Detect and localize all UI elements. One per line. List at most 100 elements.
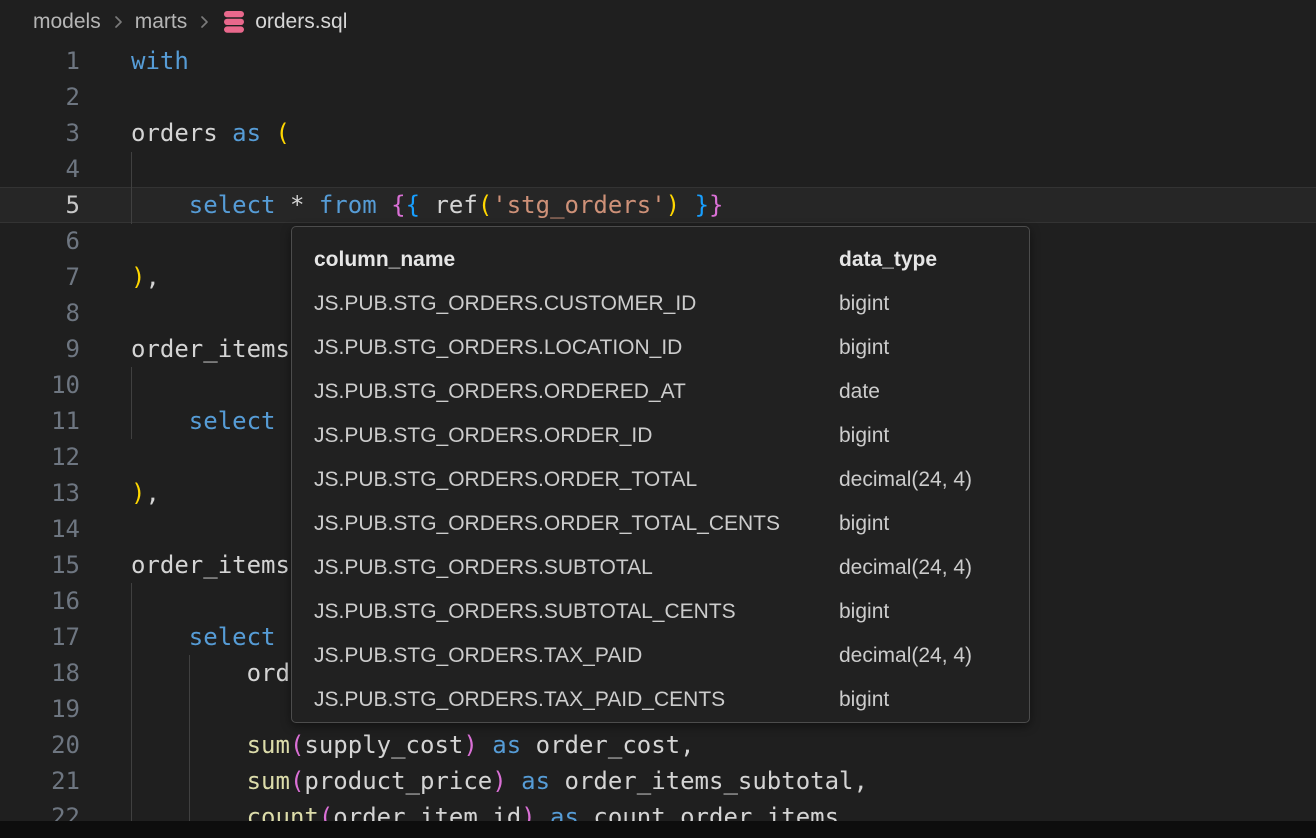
data-type-cell: date — [839, 370, 1029, 414]
indent-guide — [131, 583, 132, 821]
code-text — [80, 79, 131, 115]
line-number[interactable]: 10 — [0, 367, 80, 403]
code-token: select — [189, 623, 276, 651]
column-name-cell: JS.PUB.STG_ORDERS.ORDERED_AT — [314, 370, 839, 414]
code-text — [80, 223, 131, 259]
data-type-cell: bigint — [839, 326, 1029, 370]
breadcrumb-item-file[interactable]: orders.sql — [221, 10, 347, 34]
file-name: orders.sql — [255, 10, 347, 34]
line-number[interactable]: 14 — [0, 511, 80, 547]
line-number[interactable]: 16 — [0, 583, 80, 619]
line-number[interactable]: 15 — [0, 547, 80, 583]
column-row: JS.PUB.STG_ORDERS.ORDER_IDbigint — [314, 414, 1029, 458]
code-token: product_price — [304, 767, 492, 795]
code-text: sum(product_price) as order_items_subtot… — [80, 763, 868, 799]
column-name-cell: JS.PUB.STG_ORDERS.ORDER_TOTAL_CENTS — [314, 502, 839, 546]
data-type-cell: bigint — [839, 502, 1029, 546]
column-row: JS.PUB.STG_ORDERS.TAX_PAIDdecimal(24, 4) — [314, 634, 1029, 678]
line-number[interactable]: 4 — [0, 151, 80, 187]
code-token: ) — [131, 263, 145, 291]
breadcrumb-item-models[interactable]: models — [33, 10, 101, 34]
line-number[interactable]: 20 — [0, 727, 80, 763]
code-token: ( — [478, 191, 492, 219]
popup-rows: JS.PUB.STG_ORDERS.CUSTOMER_IDbigintJS.PU… — [314, 282, 1029, 722]
code-token: ( — [290, 767, 304, 795]
code-token: sum — [247, 767, 290, 795]
column-row: JS.PUB.STG_ORDERS.ORDERED_ATdate — [314, 370, 1029, 414]
popup-header-column-name: column_name — [314, 238, 839, 282]
code-text: ), — [80, 475, 160, 511]
database-icon — [221, 10, 247, 34]
breadcrumb-item-marts[interactable]: marts — [135, 10, 188, 34]
line-number[interactable]: 13 — [0, 475, 80, 511]
code-text: sum(supply_cost) as order_cost, — [80, 727, 695, 763]
code-token: order_items — [131, 551, 290, 579]
code-token: select — [189, 407, 276, 435]
line-number[interactable]: 18 — [0, 655, 80, 691]
line-number[interactable]: 17 — [0, 619, 80, 655]
code-line[interactable]: 20 sum(supply_cost) as order_cost, — [0, 727, 1316, 763]
line-number[interactable]: 8 — [0, 295, 80, 331]
code-token: order_items_subtotal, — [550, 767, 868, 795]
code-token: ) — [492, 767, 506, 795]
line-number[interactable]: 6 — [0, 223, 80, 259]
indent-guide — [131, 367, 132, 439]
code-token — [377, 191, 391, 219]
line-number[interactable]: 7 — [0, 259, 80, 295]
code-token: supply_cost — [304, 731, 463, 759]
data-type-cell: bigint — [839, 590, 1029, 634]
line-number[interactable]: 12 — [0, 439, 80, 475]
breadcrumb: models marts orders.sql — [0, 0, 1316, 44]
code-text: orders as ( — [80, 115, 290, 151]
line-number[interactable]: 9 — [0, 331, 80, 367]
code-line[interactable]: 3orders as ( — [0, 115, 1316, 151]
line-number[interactable]: 5 — [0, 187, 80, 223]
code-token: orders — [131, 119, 232, 147]
data-type-cell: decimal(24, 4) — [839, 634, 1029, 678]
line-number[interactable]: 21 — [0, 763, 80, 799]
column-info-popup: column_name data_type JS.PUB.STG_ORDERS.… — [291, 226, 1030, 723]
code-token: order_cost, — [521, 731, 694, 759]
column-name-cell: JS.PUB.STG_ORDERS.CUSTOMER_ID — [314, 282, 839, 326]
line-number[interactable]: 2 — [0, 79, 80, 115]
code-text: with — [80, 43, 189, 79]
column-row: JS.PUB.STG_ORDERS.TAX_PAID_CENTSbigint — [314, 678, 1029, 722]
code-token: * — [276, 191, 319, 219]
code-line[interactable]: 21 sum(product_price) as order_items_sub… — [0, 763, 1316, 799]
column-row: JS.PUB.STG_ORDERS.SUBTOTAL_CENTSbigint — [314, 590, 1029, 634]
code-token: ref — [420, 191, 478, 219]
code-token: { — [391, 191, 405, 219]
line-number[interactable]: 19 — [0, 691, 80, 727]
code-token — [131, 191, 189, 219]
data-type-cell: bigint — [839, 282, 1029, 326]
code-text: order_items — [80, 331, 290, 367]
column-name-cell: JS.PUB.STG_ORDERS.TAX_PAID — [314, 634, 839, 678]
code-line[interactable]: 1with — [0, 43, 1316, 79]
line-number[interactable]: 3 — [0, 115, 80, 151]
code-text: ord — [80, 655, 290, 691]
code-line[interactable]: 5 select * from {{ ref('stg_orders') }} — [0, 187, 1316, 223]
code-token: ) — [666, 191, 680, 219]
code-line[interactable]: 2 — [0, 79, 1316, 115]
code-line[interactable]: 4 — [0, 151, 1316, 187]
code-text — [80, 511, 131, 547]
code-token: ( — [276, 119, 290, 147]
code-token: ) — [463, 731, 477, 759]
column-name-cell: JS.PUB.STG_ORDERS.SUBTOTAL_CENTS — [314, 590, 839, 634]
column-row: JS.PUB.STG_ORDERS.ORDER_TOTAL_CENTSbigin… — [314, 502, 1029, 546]
code-text: ), — [80, 259, 160, 295]
popup-header-data-type: data_type — [839, 238, 1029, 282]
column-name-cell: JS.PUB.STG_ORDERS.TAX_PAID_CENTS — [314, 678, 839, 722]
data-type-cell: decimal(24, 4) — [839, 546, 1029, 590]
code-token: sum — [247, 731, 290, 759]
data-type-cell: decimal(24, 4) — [839, 458, 1029, 502]
column-name-cell: JS.PUB.STG_ORDERS.ORDER_TOTAL — [314, 458, 839, 502]
code-text: order_items — [80, 547, 290, 583]
line-number[interactable]: 11 — [0, 403, 80, 439]
line-number[interactable]: 1 — [0, 43, 80, 79]
code-token: { — [406, 191, 420, 219]
code-token: , — [145, 263, 159, 291]
column-row: JS.PUB.STG_ORDERS.ORDER_TOTALdecimal(24,… — [314, 458, 1029, 502]
popup-header-row: column_name data_type — [314, 238, 1029, 282]
data-type-cell: bigint — [839, 678, 1029, 722]
